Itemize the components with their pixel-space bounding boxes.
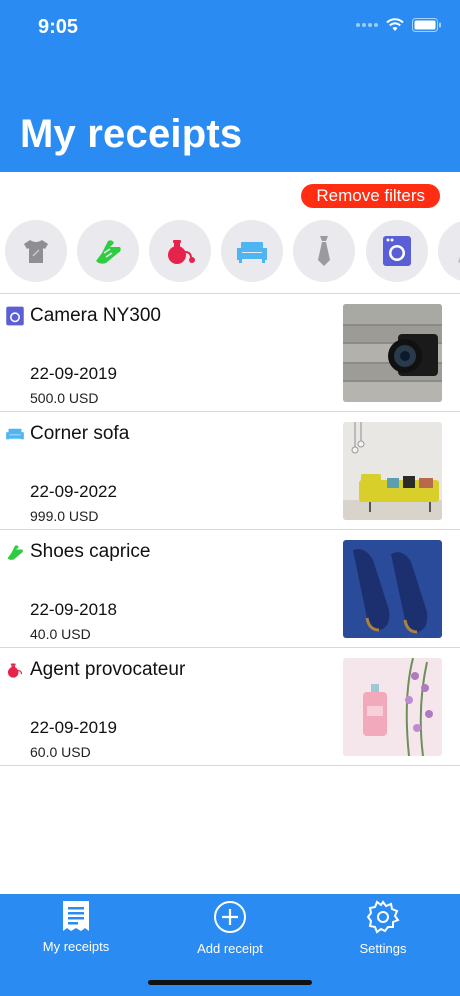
battery-icon (412, 18, 441, 32)
home-indicator (148, 980, 312, 985)
category-perfume-button[interactable] (149, 220, 211, 282)
tab-label: Settings (359, 941, 407, 956)
status-icons (356, 18, 442, 32)
tab-label: Add receipt (197, 941, 263, 956)
receipt-row-shoes[interactable]: Shoes caprice 22-09-2018 40.0 USD (0, 530, 460, 648)
plus-circle-icon (214, 901, 246, 933)
receipt-title: Shoes caprice (30, 541, 151, 562)
wifi-icon (386, 18, 404, 31)
tab-my-receipts[interactable]: My receipts (16, 900, 136, 954)
sneaker-icon (96, 240, 121, 264)
partial-icon (458, 256, 460, 263)
perfume-icon (7, 663, 23, 678)
tab-add-receipt[interactable]: Add receipt (170, 900, 290, 956)
receipt-row-sofa[interactable]: Corner sofa 22-09-2022 999.0 USD (0, 412, 460, 530)
tab-settings[interactable]: Settings (323, 900, 443, 956)
receipt-price: 500.0 USD (30, 390, 99, 406)
category-more-button[interactable] (438, 220, 460, 282)
receipt-date: 22-09-2019 (30, 718, 117, 737)
status-time: 9:05 (38, 16, 79, 38)
receipt-date: 22-09-2019 (30, 364, 117, 383)
category-appliances-button[interactable] (366, 220, 428, 282)
receipt-icon (63, 901, 89, 931)
receipt-title: Corner sofa (30, 423, 130, 444)
perfume-icon (168, 240, 195, 264)
tab-label: My receipts (42, 939, 110, 954)
receipt-thumbnail-sofa (343, 422, 442, 520)
receipt-thumbnail-perfume (343, 658, 442, 756)
sofa-icon (6, 428, 24, 440)
receipt-price: 999.0 USD (30, 508, 99, 524)
receipt-date: 22-09-2018 (30, 600, 117, 619)
washing-machine-icon (383, 236, 411, 266)
receipt-price: 40.0 USD (30, 626, 91, 642)
receipt-thumbnail-shoes (343, 540, 442, 638)
receipt-title: Agent provocateur (30, 659, 186, 680)
receipt-date: 22-09-2022 (30, 482, 117, 501)
category-accessories-button[interactable] (293, 220, 355, 282)
receipt-row-camera[interactable]: Camera NY300 22-09-2019 500.0 USD (0, 294, 460, 412)
cellular-signal-icon (356, 23, 378, 27)
tie-icon (318, 236, 330, 266)
page-title: My receipts (20, 112, 243, 156)
sofa-icon (237, 242, 267, 263)
washing-machine-icon (6, 306, 24, 326)
receipts-list: Camera NY300 22-09-2019 500.0 USD Corner… (0, 294, 460, 766)
category-clothing-button[interactable] (5, 220, 67, 282)
header: 9:05 My receipts (0, 0, 460, 172)
sneaker-icon (7, 545, 23, 560)
receipt-row-perfume[interactable]: Agent provocateur 22-09-2019 60.0 USD (0, 648, 460, 766)
receipt-price: 60.0 USD (30, 744, 91, 760)
category-filter-row (0, 220, 460, 284)
gear-icon (366, 900, 400, 934)
receipt-thumbnail-camera (343, 304, 442, 402)
category-shoes-button[interactable] (77, 220, 139, 282)
remove-filters-button[interactable]: Remove filters (301, 184, 440, 208)
category-furniture-button[interactable] (221, 220, 283, 282)
receipt-title: Camera NY300 (30, 305, 161, 326)
tshirt-icon (24, 240, 48, 263)
